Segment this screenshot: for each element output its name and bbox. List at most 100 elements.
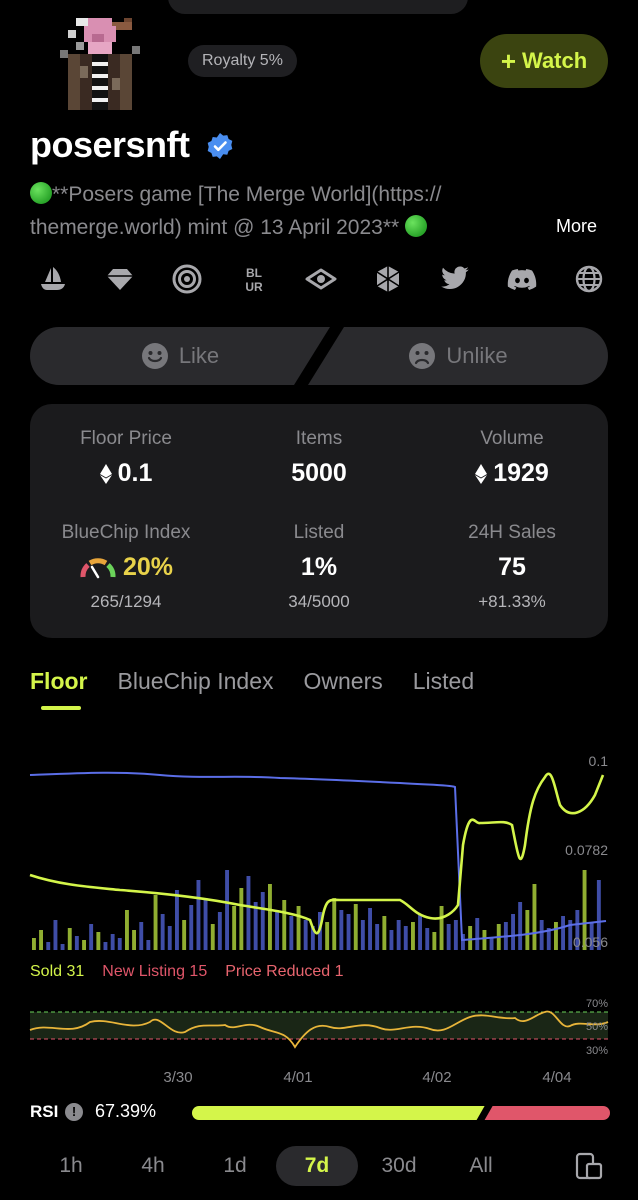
volume-value-wrap: 1929 bbox=[416, 459, 608, 488]
range-30d[interactable]: 30d bbox=[358, 1154, 440, 1178]
volume-bar bbox=[403, 926, 408, 950]
verified-icon bbox=[207, 133, 233, 159]
range-1h[interactable]: 1h bbox=[30, 1154, 112, 1178]
range-4h[interactable]: 4h bbox=[112, 1154, 194, 1178]
volume-bar bbox=[74, 936, 79, 950]
volume-bar bbox=[418, 914, 422, 950]
tab-listed[interactable]: Listed bbox=[413, 668, 474, 695]
volume-bar bbox=[289, 916, 294, 950]
volume-bar bbox=[260, 892, 265, 950]
floor-price-stat: Floor Price 0.1 bbox=[30, 428, 222, 488]
tab-owners[interactable]: Owners bbox=[304, 668, 383, 695]
more-link[interactable]: More bbox=[556, 216, 597, 237]
chart-legend: Sold 31 New Listing 15 Price Reduced 1 bbox=[30, 963, 344, 981]
royalty-badge: Royalty 5% bbox=[188, 45, 297, 77]
x2y2-icon[interactable] bbox=[304, 262, 338, 296]
listed-stat: Listed 1% 34/5000 bbox=[223, 522, 415, 612]
floor-price-chart[interactable]: 0.1 0.0782 0.056 bbox=[0, 735, 638, 965]
tab-bluechip-index[interactable]: BlueChip Index bbox=[118, 668, 274, 695]
svg-text:BL: BL bbox=[246, 266, 262, 280]
volume-bar bbox=[32, 938, 36, 950]
blur-icon[interactable]: BL UR bbox=[237, 262, 271, 296]
bluechip-stat: BlueChip Index 20% 265/1294 bbox=[30, 522, 222, 612]
volume-bar bbox=[489, 938, 494, 950]
range-1d[interactable]: 1d bbox=[194, 1154, 276, 1178]
collection-avatar bbox=[52, 14, 148, 110]
x-tick-4-01: 4/01 bbox=[283, 1069, 312, 1086]
volume-bar bbox=[239, 888, 244, 950]
volume-bar bbox=[446, 924, 451, 950]
volume-bar bbox=[175, 890, 179, 950]
description-line2: themerge.world) mint @ 13 April 2023** bbox=[30, 216, 400, 239]
smile-icon bbox=[141, 343, 168, 369]
volume-bar bbox=[167, 926, 172, 950]
volume-bar bbox=[482, 930, 487, 950]
volume-bar bbox=[368, 908, 372, 950]
volume-bar bbox=[382, 916, 387, 950]
volume-bar bbox=[46, 942, 51, 950]
watch-button[interactable]: + Watch bbox=[480, 34, 608, 88]
volume-bar bbox=[360, 920, 365, 950]
rotate-phone-icon[interactable] bbox=[573, 1150, 605, 1182]
volume-bar bbox=[511, 914, 515, 950]
floor-price-label: Floor Price bbox=[80, 428, 172, 449]
watch-label: Watch bbox=[522, 48, 588, 73]
legend-new-listing: New Listing 15 bbox=[102, 963, 208, 980]
twitter-icon[interactable] bbox=[438, 262, 472, 296]
unlike-button[interactable]: Unlike bbox=[308, 327, 608, 385]
like-button[interactable]: Like bbox=[30, 327, 330, 385]
globe-icon[interactable] bbox=[572, 262, 606, 296]
like-label: Like bbox=[178, 343, 220, 368]
description-line1: **Posers game [The Merge World](https:// bbox=[52, 183, 442, 206]
volume-bar bbox=[125, 910, 129, 950]
volume-bar bbox=[275, 910, 279, 950]
time-range-selector: 1h 4h 1d 7d 30d All bbox=[30, 1146, 608, 1186]
volume-bar bbox=[110, 934, 115, 950]
tab-floor[interactable]: Floor bbox=[30, 668, 88, 695]
listed-sub: 34/5000 bbox=[288, 592, 350, 611]
volume-bar bbox=[217, 912, 222, 950]
x-tick-4-02: 4/02 bbox=[422, 1069, 451, 1086]
bluechip-label: BlueChip Index bbox=[61, 522, 191, 543]
floor-price-value-wrap: 0.1 bbox=[30, 459, 222, 488]
rsi-tick-70: 70% bbox=[586, 998, 608, 1010]
bluechip-value-wrap: 20% bbox=[30, 553, 222, 582]
volume-bar bbox=[346, 914, 351, 950]
info-icon[interactable]: ! bbox=[65, 1103, 83, 1121]
volume-bar bbox=[282, 900, 287, 950]
gauge-icon bbox=[80, 557, 116, 578]
volume-bar bbox=[332, 898, 337, 950]
volume-bar bbox=[146, 940, 151, 950]
volume-bar bbox=[60, 944, 65, 950]
volume-bar bbox=[160, 914, 165, 950]
volume-bar bbox=[468, 926, 473, 950]
rsi-chart: 70% 50% 30% 3/30 4/01 4/02 4/04 bbox=[29, 998, 609, 1086]
discord-icon[interactable] bbox=[505, 262, 539, 296]
rsi-tick-50: 50% bbox=[586, 1021, 608, 1033]
volume-bar bbox=[389, 930, 394, 950]
range-all[interactable]: All bbox=[440, 1154, 522, 1178]
volume-bar bbox=[325, 922, 330, 950]
stats-panel: Floor Price 0.1 Items 5000 Volume 1929 B… bbox=[30, 404, 608, 638]
reaction-buttons: Like Unlike bbox=[30, 327, 608, 385]
rsi-bar-fill bbox=[192, 1106, 485, 1120]
chart-tabs: Floor BlueChip Index Owners Listed bbox=[30, 668, 474, 695]
frown-icon bbox=[409, 343, 436, 369]
unlike-label: Unlike bbox=[446, 343, 508, 368]
volume-bar bbox=[89, 924, 94, 950]
bluechip-value: 20% bbox=[122, 553, 174, 581]
eth-icon bbox=[475, 463, 488, 484]
listed-label: Listed bbox=[293, 522, 345, 543]
range-7d[interactable]: 7d bbox=[276, 1146, 358, 1186]
looksrare-icon[interactable] bbox=[170, 262, 204, 296]
volume-bar bbox=[253, 902, 258, 950]
volume-bar bbox=[139, 922, 144, 950]
volume-bars bbox=[32, 870, 601, 950]
opensea-icon[interactable] bbox=[36, 262, 70, 296]
volume-value: 1929 bbox=[493, 459, 549, 487]
gem-icon[interactable] bbox=[103, 262, 137, 296]
gem-cube-icon[interactable] bbox=[371, 262, 405, 296]
volume-bar bbox=[132, 930, 136, 950]
volume-bar bbox=[203, 898, 208, 950]
volume-bar bbox=[396, 920, 401, 950]
